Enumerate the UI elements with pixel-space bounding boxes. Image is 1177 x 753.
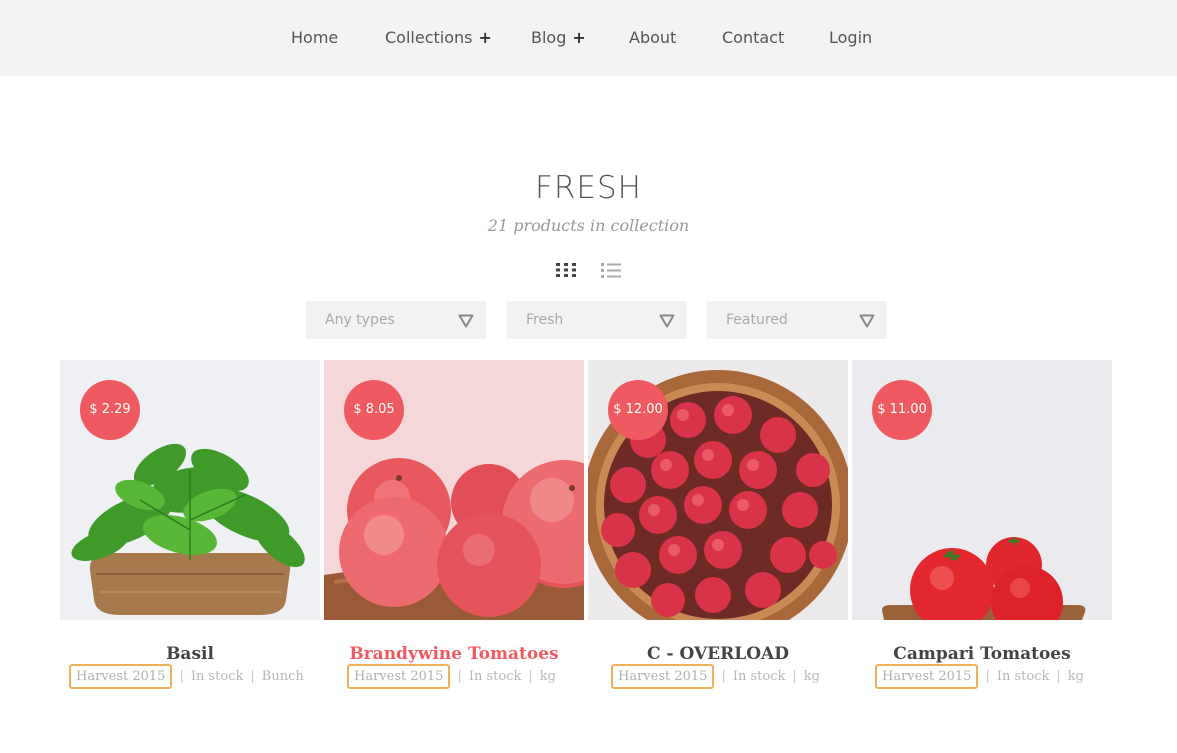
- product-image-c-overload[interactable]: $ 12.00: [588, 360, 848, 620]
- product-card: $ 2.29 Basil Harvest 2015 | In stock | Bunch: [60, 360, 320, 700]
- grid-view-icon[interactable]: [556, 263, 576, 277]
- unit-label: kg: [1067, 669, 1084, 684]
- nav-home-label: Home: [291, 28, 339, 47]
- harvest-tag[interactable]: Harvest 2015: [69, 664, 173, 689]
- price-badge: $ 2.29: [80, 380, 140, 440]
- nav-about-label: About: [629, 28, 677, 47]
- product-name[interactable]: Brandywine Tomatoes: [324, 644, 584, 664]
- divider: |: [792, 669, 797, 684]
- dropdown-triangle-icon: [859, 314, 875, 328]
- price-badge: $ 8.05: [344, 380, 404, 440]
- divider: |: [1056, 669, 1061, 684]
- harvest-tag[interactable]: Harvest 2015: [875, 664, 979, 689]
- stock-status: In stock: [468, 669, 522, 684]
- product-name[interactable]: Basil: [60, 644, 320, 664]
- dropdown-triangle-icon: [458, 314, 474, 328]
- list-view-icon[interactable]: [601, 263, 621, 278]
- stock-status: In stock: [732, 669, 786, 684]
- stock-status: In stock: [996, 669, 1050, 684]
- sort-value: Featured: [726, 312, 788, 328]
- price-badge: $ 11.00: [872, 380, 932, 440]
- plus-icon: +: [478, 28, 492, 47]
- product-image-campari-tomatoes[interactable]: $ 11.00: [852, 360, 1112, 620]
- product-name[interactable]: Campari Tomatoes: [852, 644, 1112, 664]
- unit-label: kg: [803, 669, 820, 684]
- sort-select[interactable]: Featured: [707, 301, 887, 339]
- product-meta: Harvest 2015 | In stock | kg: [347, 664, 556, 690]
- product-meta: Harvest 2015 | In stock | Bunch: [69, 664, 304, 690]
- divider: |: [721, 669, 726, 684]
- nav-login[interactable]: Login: [829, 28, 872, 47]
- plus-icon: +: [572, 28, 586, 47]
- divider: |: [457, 669, 462, 684]
- product-card: $ 11.00 Campari Tomatoes Harvest 2015 | In…: [852, 360, 1112, 700]
- stock-status: In stock: [190, 669, 244, 684]
- nav-about[interactable]: About: [629, 28, 676, 47]
- type-filter-value: Any types: [325, 312, 395, 328]
- divider: |: [528, 669, 533, 684]
- collection-filter-select[interactable]: Fresh: [507, 301, 687, 339]
- nav-collections[interactable]: Collections +: [385, 28, 492, 47]
- product-card: $ 8.05 Brandywine Tomatoes Harvest 2015 |…: [324, 360, 584, 700]
- nav-home[interactable]: Home: [291, 28, 338, 47]
- collection-title: FRESH: [535, 170, 642, 206]
- harvest-tag[interactable]: Harvest 2015: [347, 664, 451, 689]
- type-filter-select[interactable]: Any types: [306, 301, 486, 339]
- unit-label: kg: [539, 669, 556, 684]
- collection-count: 21 products in collection: [487, 216, 690, 235]
- nav-blog[interactable]: Blog +: [531, 28, 586, 47]
- divider: |: [985, 669, 990, 684]
- nav-login-label: Login: [829, 28, 873, 47]
- nav-collections-label: Collections: [385, 28, 473, 47]
- price-badge: $ 12.00: [608, 380, 668, 440]
- product-meta: Harvest 2015 | In stock | kg: [875, 664, 1084, 690]
- collection-filter-value: Fresh: [526, 312, 564, 328]
- product-card: $ 12.00 C - OVERLOAD Harvest 2015 | In sto…: [588, 360, 848, 700]
- divider: |: [179, 669, 184, 684]
- unit-label: Bunch: [261, 669, 304, 684]
- product-image-brandywine-tomatoes[interactable]: $ 8.05: [324, 360, 584, 620]
- harvest-tag[interactable]: Harvest 2015: [611, 664, 715, 689]
- dropdown-triangle-icon: [659, 314, 675, 328]
- product-meta: Harvest 2015 | In stock | kg: [611, 664, 820, 690]
- divider: |: [250, 669, 255, 684]
- product-image-basil[interactable]: $ 2.29: [60, 360, 320, 620]
- nav-contact[interactable]: Contact: [722, 28, 784, 47]
- top-navigation: Home Collections + Blog + About Contact Lo…: [0, 0, 1177, 76]
- product-name[interactable]: C - OVERLOAD: [588, 644, 848, 664]
- nav-contact-label: Contact: [722, 28, 785, 47]
- nav-blog-label: Blog: [531, 28, 567, 47]
